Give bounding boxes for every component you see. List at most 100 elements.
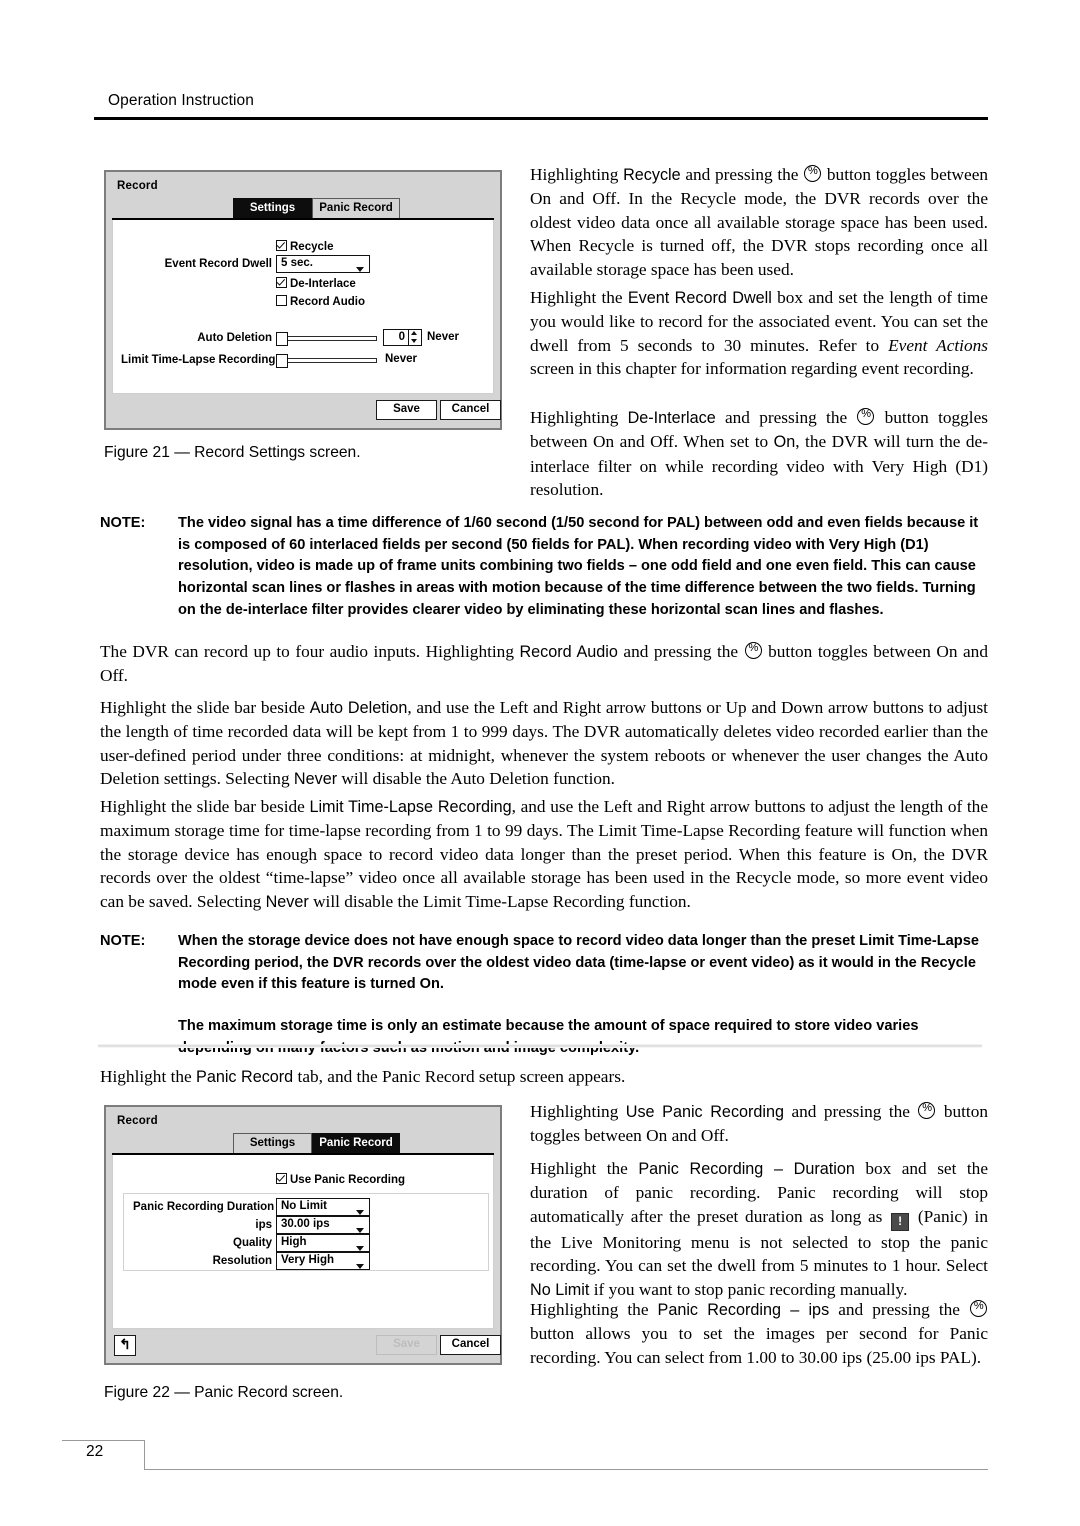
checkbox-icon xyxy=(276,277,287,288)
text-run: and pressing the xyxy=(829,1300,969,1319)
document-page: Operation Instruction Record Settings Pa… xyxy=(0,0,1080,1526)
chevron-down-icon xyxy=(356,1246,364,1251)
ui-term-de-interlace: De-Interlace xyxy=(627,409,716,427)
panic-resolution-label: Resolution xyxy=(212,1255,272,1267)
panic-resolution-value: Very High xyxy=(281,1254,335,1266)
enter-button-icon: % xyxy=(804,165,822,182)
limit-time-lapse-slider-track[interactable] xyxy=(281,358,377,363)
chevron-down-icon xyxy=(356,1264,364,1269)
note-text: The video signal has a time difference o… xyxy=(178,515,979,618)
footer-rule-vertical xyxy=(144,1440,145,1470)
dialog-footer-panic: ↰ Save Cancel xyxy=(106,1329,501,1363)
cancel-button[interactable]: Cancel xyxy=(440,1335,501,1355)
panic-duration-combo[interactable]: No Limit xyxy=(276,1198,370,1216)
panic-resolution-combo[interactable]: Very High xyxy=(276,1252,370,1270)
note-block-2: NOTE: When the storage device does not h… xyxy=(100,931,988,1060)
record-audio-checkbox[interactable]: Record Audio xyxy=(276,295,365,308)
de-interlace-checkbox[interactable]: De-Interlace xyxy=(276,277,356,290)
auto-deletion-label: Auto Deletion xyxy=(197,332,272,344)
recycle-label: Recycle xyxy=(290,241,334,253)
back-button[interactable]: ↰ xyxy=(114,1335,136,1356)
text-run: Highlighting xyxy=(530,408,628,427)
paragraph-panic-duration: Highlight the Panic Recording – Duration… xyxy=(530,1157,988,1302)
stepper-arrows-icon[interactable] xyxy=(408,329,421,345)
paragraph-event-record-dwell: Highlight the Event Record Dwell box and… xyxy=(530,286,988,381)
ui-term-event-record-dwell: Event Record Dwell xyxy=(627,289,772,307)
auto-deletion-status: Never xyxy=(427,331,459,343)
ui-term-never: Never xyxy=(265,892,309,911)
section-divider xyxy=(98,1044,982,1048)
event-record-dwell-combo[interactable]: 5 sec. xyxy=(276,255,370,273)
record-audio-label: Record Audio xyxy=(290,296,365,308)
dialog-title-settings: Record xyxy=(117,180,158,192)
auto-deletion-spinner[interactable]: 0 xyxy=(383,329,422,346)
cancel-button[interactable]: Cancel xyxy=(440,400,501,420)
recycle-checkbox[interactable]: Recycle xyxy=(276,240,333,253)
ui-term-panic-duration: Panic Recording – Duration xyxy=(638,1160,855,1178)
ui-term-recycle: Recycle xyxy=(623,166,681,184)
tab-settings[interactable]: Settings xyxy=(233,1133,312,1153)
panic-ips-value: 30.00 ips xyxy=(281,1218,330,1230)
limit-time-lapse-slider-thumb[interactable] xyxy=(276,354,288,368)
text-run: Highlight the xyxy=(530,288,628,307)
text-run: button allows you to set the images per … xyxy=(530,1324,988,1367)
note-label: NOTE: xyxy=(100,933,146,949)
text-run: screen in this chapter for information r… xyxy=(530,359,974,379)
panic-record-dialog: Record Settings Panic Record Use Panic R… xyxy=(104,1105,502,1365)
paragraph-limit-time-lapse: Highlight the slide bar beside Limit Tim… xyxy=(100,795,988,914)
footer-rule-top xyxy=(62,1440,145,1441)
ui-term-limit-time-lapse: Limit Time-Lapse Recording xyxy=(309,798,512,816)
text-run: The DVR can record up to four audio inpu… xyxy=(100,642,520,661)
dialog-tabs-panic: Settings Panic Record xyxy=(106,1133,500,1154)
record-settings-dialog: Record Settings Panic Record Recycle Eve… xyxy=(104,170,502,430)
auto-deletion-slider-track[interactable] xyxy=(281,336,377,341)
de-interlace-label: De-Interlace xyxy=(290,278,356,290)
use-panic-recording-label: Use Panic Recording xyxy=(290,1174,406,1186)
panic-ips-label: ips xyxy=(255,1219,272,1231)
ui-term-panic-record: Panic Record xyxy=(196,1068,294,1086)
running-head: Operation Instruction xyxy=(108,92,254,109)
event-record-dwell-value: 5 sec. xyxy=(281,257,313,269)
text-run: Highlighting the xyxy=(530,1300,658,1319)
paragraph-panic-record-tab: Highlight the Panic Record tab, and the … xyxy=(100,1065,988,1089)
use-panic-recording-checkbox[interactable]: Use Panic Recording xyxy=(276,1173,405,1186)
auto-deletion-slider-thumb[interactable] xyxy=(276,332,288,346)
panic-ips-combo[interactable]: 30.00 ips xyxy=(276,1216,370,1234)
note-text: When the storage device does not have en… xyxy=(178,933,979,993)
tab-panic-record[interactable]: Panic Record xyxy=(312,1133,400,1153)
panic-quality-combo[interactable]: High xyxy=(276,1234,370,1252)
text-run: Highlight the slide bar beside xyxy=(100,797,310,816)
save-button[interactable]: Save xyxy=(376,400,437,420)
tab-settings[interactable]: Settings xyxy=(233,198,312,218)
panic-quality-value: High xyxy=(281,1236,307,1248)
figure-22-caption: Figure 22 — Panic Record screen. xyxy=(104,1384,344,1401)
chevron-down-icon xyxy=(356,1210,364,1215)
note-label: NOTE: xyxy=(100,515,146,531)
checkbox-icon xyxy=(276,1173,287,1184)
text-run: will disable the Auto Deletion function. xyxy=(337,769,615,789)
ui-term-on: On xyxy=(773,433,796,452)
chevron-down-icon xyxy=(356,1228,364,1233)
save-button[interactable]: Save xyxy=(376,1335,437,1355)
paragraph-recycle: Highlighting Recycle and pressing the % … xyxy=(530,163,988,281)
note-body: When the storage device does not have en… xyxy=(178,931,988,1060)
text-run: if you want to stop panic recording manu… xyxy=(589,1279,908,1299)
enter-button-icon: % xyxy=(970,1300,987,1317)
ui-term-never: Never xyxy=(293,770,338,789)
checkbox-icon xyxy=(276,240,287,251)
note-text: The maximum storage time is only an esti… xyxy=(178,1018,919,1056)
italic-reference: Event Actions xyxy=(888,335,988,355)
tab-panic-record[interactable]: Panic Record xyxy=(312,198,400,218)
text-run: Highlighting xyxy=(530,165,624,184)
text-run: and pressing the xyxy=(784,1102,918,1121)
dialog-tabs-settings: Settings Panic Record xyxy=(106,198,500,219)
note-body: The video signal has a time difference o… xyxy=(178,513,988,622)
text-run: and pressing the xyxy=(715,408,857,427)
enter-button-icon: % xyxy=(918,1102,936,1119)
enter-button-icon: % xyxy=(857,408,875,425)
chevron-down-icon xyxy=(356,267,364,272)
ui-term-panic-ips: Panic Recording – ips xyxy=(657,1301,830,1319)
panic-duration-value: No Limit xyxy=(281,1200,327,1212)
panic-duration-label: Panic Recording Duration xyxy=(133,1201,275,1213)
footer-rule-bottom xyxy=(144,1469,988,1470)
